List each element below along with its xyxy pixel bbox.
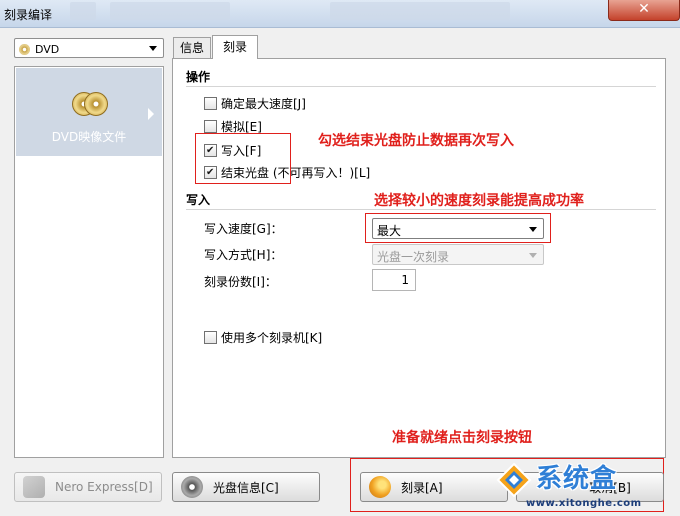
write-speed-label: 写入速度[G]： [204,222,283,236]
section-divider [186,86,656,87]
button-label: Nero Express[D] [55,480,153,494]
option-label: 使用多个刻录机[K] [221,331,323,345]
annotation-speed: 选择较小的速度刻录能提高成功率 [374,193,584,209]
tab-label: 刻录 [222,40,247,54]
highlight-box [365,213,551,243]
list-item-label: DVD映像文件 [51,130,127,144]
annotation-finalize: 勾选结束光盘防止数据再次写入 [318,133,514,149]
disc-info-button[interactable]: 光盘信息[C] [172,472,320,502]
annotation-ready: 准备就绪点击刻录按钮 [392,430,532,446]
dropdown-value: DVD [35,43,60,56]
watermark-name: 系统盒 [536,464,618,494]
section-heading-operations: 操作 [186,70,211,84]
chevron-right-icon [148,108,154,120]
dvd-disc-icon [84,92,108,116]
tab-burn[interactable]: 刻录 [212,35,258,59]
section-heading-write: 写入 [186,193,211,207]
close-icon: ✕ [638,1,650,17]
compilation-type-dropdown[interactable]: DVD [14,38,164,58]
option-label: 确定最大速度[J] [221,97,306,111]
select-value: 光盘一次刻录 [377,250,450,264]
burn-disc-icon [369,476,391,498]
write-method-label: 写入方式[H]： [204,248,283,262]
tab-info[interactable]: 信息 [173,37,211,59]
watermark-logo-icon [496,462,532,498]
watermark: 系统盒 www.xitonghe.com [496,454,676,514]
write-method-select[interactable]: 光盘一次刻录 [372,244,544,265]
dvd-disc-icon [19,44,30,55]
highlight-box [195,133,291,184]
button-label: 光盘信息[C] [213,480,279,495]
disc-icon [181,476,203,498]
close-button[interactable]: ✕ [608,0,680,21]
option-determine-max-speed[interactable]: 确定最大速度[J] [204,95,306,112]
option-multiple-recorders[interactable]: 使用多个刻录机[K] [204,329,322,346]
blurred-toolbar-area [330,2,510,20]
nero-logo-icon [23,476,45,498]
title-bar: 刻录编译 ✕ [0,0,680,28]
copies-label: 刻录份数[I]： [204,275,277,289]
window-title: 刻录编译 [4,8,53,22]
chevron-down-icon [529,253,537,258]
checkbox[interactable] [204,120,217,133]
checkbox[interactable] [204,331,217,344]
chevron-down-icon [149,46,157,51]
burn-button[interactable]: 刻录[A] [360,472,508,502]
watermark-url: www.xitonghe.com [526,498,642,509]
list-item-dvd-image[interactable]: DVD映像文件 [16,68,162,156]
copies-input[interactable]: 1 [372,269,416,291]
button-label: 刻录[A] [401,480,443,495]
blurred-toolbar-area [110,2,230,20]
blurred-toolbar-icon [70,2,96,20]
tab-label: 信息 [179,41,204,55]
checkbox[interactable] [204,97,217,110]
nero-express-button[interactable]: Nero Express[D] [14,472,162,502]
